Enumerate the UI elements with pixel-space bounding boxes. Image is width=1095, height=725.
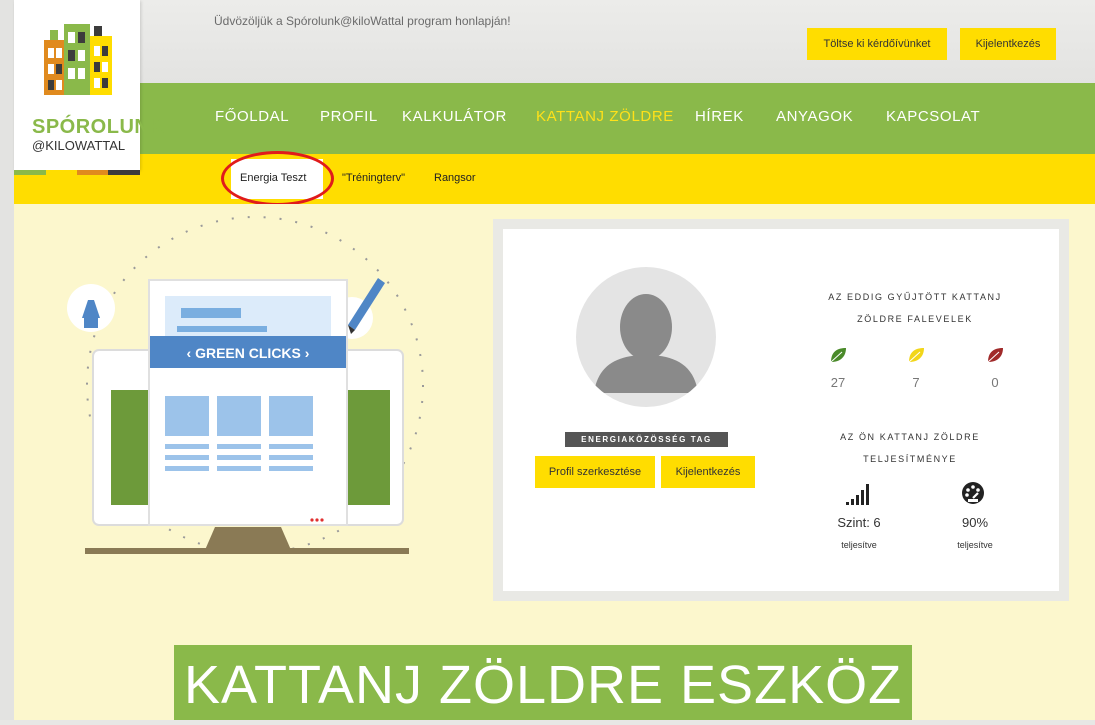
survey-button[interactable]: Töltse ki kérdőívünket [807,28,947,60]
site-logo[interactable]: SPÓROLUNK @KILOWATTAL [14,0,164,170]
nav-item-kapcsolat[interactable]: KAPCSOLAT [886,108,980,125]
logout-button[interactable]: Kijelentkezés [661,456,755,488]
yellow-leaf-icon [908,348,924,363]
red-leaf-count: 0 [991,375,999,390]
logo-text-sporolunk: SPÓROLUNK [32,116,165,138]
building-logo-icon [44,24,112,95]
performance-caption-line2: TELJESÍTMÉNYE [863,454,957,464]
sub-nav-item-treningterv[interactable]: "Tréningterv" [342,172,405,184]
nav-item-anyagok[interactable]: ANYAGOK [776,108,853,125]
sub-nav-item-rangsor[interactable]: Rangsor [434,172,476,184]
sub-nav [14,154,1095,204]
green-leaf-icon [830,348,846,363]
yellow-leaf-count: 7 [912,375,920,390]
avatar [576,267,716,407]
performance-caption-line1: AZ ÖN KATTANJ ZÖLDRE [840,432,980,442]
highlight-annotation-oval [221,151,334,206]
signal-bars-icon [846,484,869,505]
leaves-caption-line1: AZ EDDIG GYŰJTÖTT KATTANJ [828,292,1002,302]
level-caption: teljesítve [841,540,877,550]
profile-card-inner [503,229,1059,591]
welcome-text: Üdvözöljük a Spórolunk@kiloWattal progra… [214,14,511,28]
nav-item-kattanj-zoldre[interactable]: KATTANJ ZÖLDRE [536,108,674,125]
red-leaf-icon [987,348,1003,363]
green-clicks-illustration: ‹ GREEN CLICKS › [67,216,424,554]
nav-item-kalkulator[interactable]: KALKULÁTOR [402,108,507,125]
completion-caption: teljesítve [957,540,993,550]
speedometer-icon [962,482,984,504]
left-margin-strip [0,0,14,720]
logo-color-stripe [14,170,140,175]
logo-text-kilowattal: @KILOWATTAL [32,138,126,153]
nav-item-fooldal[interactable]: FŐOLDAL [215,108,289,125]
completion-percent: 90% [961,515,989,530]
leaves-caption-line2: ZÖLDRE FALEVELEK [857,314,973,324]
edit-profile-button[interactable]: Profil szerkesztése [535,456,655,488]
green-leaf-count: 27 [830,375,846,390]
member-status-badge: ENERGIAKÖZÖSSÉG TAG [565,432,728,447]
page-title: KATTANJ ZÖLDRE ESZKÖZ [174,645,913,720]
level-value: Szint: 6 [837,515,881,530]
nav-item-hirek[interactable]: HÍREK [695,108,744,125]
nav-item-profil[interactable]: PROFIL [320,108,378,125]
user-silhouette-icon [594,294,698,393]
logout-button-top[interactable]: Kijelentkezés [960,28,1056,60]
illustration-banner-text: ‹ GREEN CLICKS › [187,345,310,361]
